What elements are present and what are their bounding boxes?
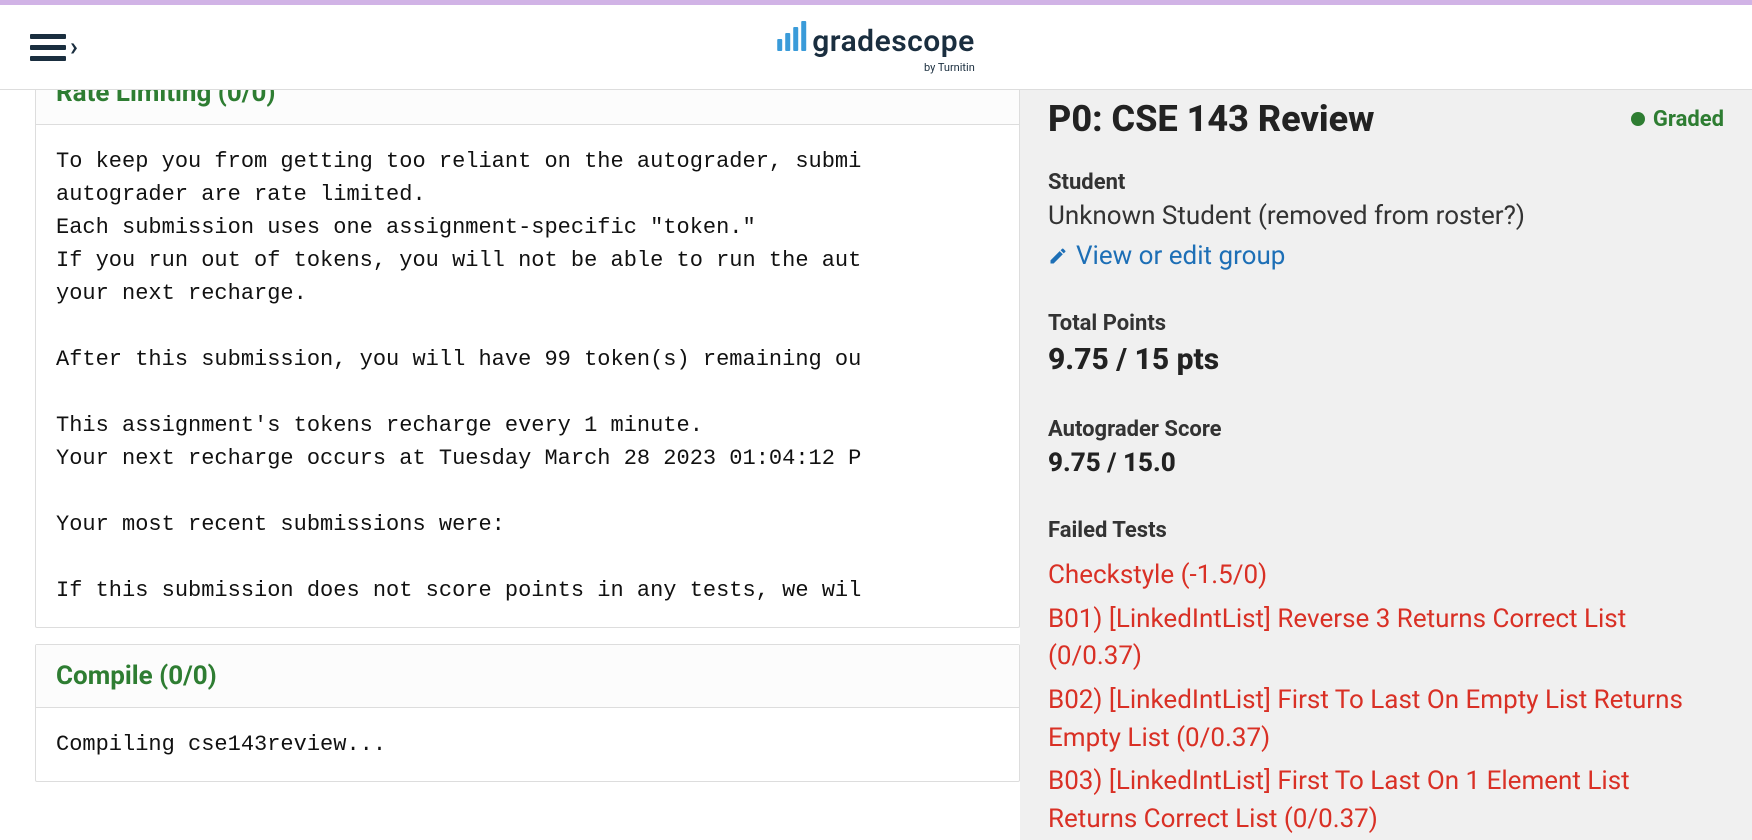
chevron-right-icon: › xyxy=(70,32,78,62)
app-header: › gradescope by Turnitin xyxy=(0,5,1752,90)
section-body-rate: To keep you from getting too reliant on … xyxy=(36,125,1019,627)
section-body-compile: Compiling cse143review... xyxy=(36,708,1019,781)
total-points-value: 9.75 / 15 pts xyxy=(1048,342,1724,377)
assignment-title: P0: CSE 143 Review xyxy=(1048,98,1374,140)
group-link-text: View or edit group xyxy=(1076,241,1285,271)
section-title-compile: Compile (0/0) xyxy=(56,661,999,691)
section-title-rate: Rate Limiting (0/0) xyxy=(56,90,999,108)
graded-status: Graded xyxy=(1631,107,1724,132)
status-text: Graded xyxy=(1653,107,1724,132)
brand-name: gradescope xyxy=(812,24,975,59)
autograder-output: Rate Limiting (0/0) To keep you from get… xyxy=(0,90,1020,840)
failed-test-item[interactable]: B01) [LinkedIntList] Reverse 3 Returns C… xyxy=(1048,601,1724,676)
failed-test-item[interactable]: B02) [LinkedIntList] First To Last On Em… xyxy=(1048,682,1724,757)
grade-sidebar: P0: CSE 143 Review Graded Student Unknow… xyxy=(1020,90,1752,840)
total-points-label: Total Points xyxy=(1048,311,1724,336)
pencil-icon xyxy=(1048,246,1068,266)
failed-test-item[interactable]: Checkstyle (-1.5/0) xyxy=(1048,557,1724,595)
brand-logo[interactable]: gradescope by Turnitin xyxy=(777,21,975,74)
hamburger-icon xyxy=(30,34,66,61)
autograder-score-label: Autograder Score xyxy=(1048,417,1724,442)
brand-subtext: by Turnitin xyxy=(924,61,975,74)
section-compile: Compile (0/0) Compiling cse143review... xyxy=(35,644,1020,782)
failed-tests-list: Checkstyle (-1.5/0) B01) [LinkedIntList]… xyxy=(1048,557,1724,839)
student-label: Student xyxy=(1048,170,1724,195)
failed-test-item[interactable]: B03) [LinkedIntList] First To Last On 1 … xyxy=(1048,763,1724,838)
failed-tests-label: Failed Tests xyxy=(1048,518,1724,543)
status-dot-icon xyxy=(1631,112,1645,126)
logo-bars-icon xyxy=(777,21,806,51)
autograder-score-value: 9.75 / 15.0 xyxy=(1048,448,1724,478)
section-rate-limiting: Rate Limiting (0/0) To keep you from get… xyxy=(35,90,1020,628)
view-edit-group-link[interactable]: View or edit group xyxy=(1048,241,1285,271)
student-name: Unknown Student (removed from roster?) xyxy=(1048,201,1724,231)
menu-toggle[interactable]: › xyxy=(30,32,78,62)
